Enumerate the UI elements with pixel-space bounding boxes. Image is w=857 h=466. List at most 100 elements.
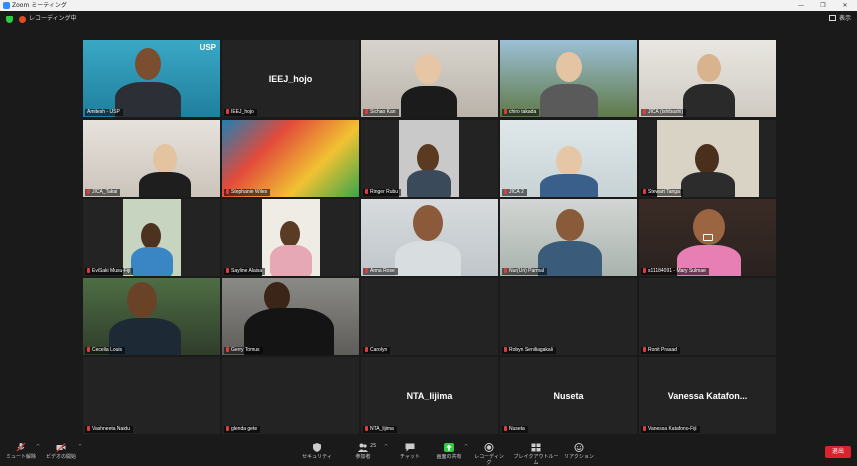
minimize-button[interactable]: — (793, 0, 809, 11)
participant-face (556, 209, 584, 241)
participant-tile[interactable]: EviSaki Musu-Fiji (83, 199, 220, 276)
participant-display-name: NTA_lijima (406, 390, 453, 401)
security-button[interactable]: セキュリティ (302, 443, 332, 460)
participant-name: Anna Rose (363, 268, 398, 275)
participant-tile[interactable]: Vashneeta Naidu (83, 357, 220, 434)
muted-mic-icon (226, 189, 229, 194)
muted-mic-icon (365, 347, 368, 352)
participant-name: EviSaki Musu-Fiji (85, 268, 134, 275)
participant-tile[interactable]: JICA (Ishibashi) (639, 40, 776, 117)
muted-mic-icon (87, 347, 90, 352)
participant-name: Nuseta (502, 426, 528, 433)
video-options-caret-icon[interactable]: ^ (78, 444, 82, 450)
participant-body (270, 245, 312, 276)
participant-tile[interactable]: Stewart Tanga (639, 120, 776, 197)
participant-display-name: Vanessa Katafon... (667, 390, 748, 401)
participant-face (415, 54, 441, 84)
participant-display-name: IEEJ_hojo (268, 73, 313, 84)
window-titlebar: Zoom ミーティング — ❐ ✕ (0, 0, 857, 11)
muted-mic-icon (504, 268, 507, 273)
participant-face (141, 223, 161, 249)
close-window-button[interactable]: ✕ (837, 0, 853, 11)
muted-mic-icon (87, 189, 90, 194)
view-button[interactable]: 表示 (828, 14, 851, 24)
participant-tile[interactable]: Carolyn (361, 278, 498, 355)
participant-name: Carolyn (363, 347, 391, 354)
participant-tile[interactable]: Stephanie Wiles (222, 120, 359, 197)
participant-body (407, 170, 451, 197)
participant-tile[interactable]: Gerry Tomus (222, 278, 359, 355)
participant-tile[interactable]: IEEJ_hojo IEEJ_hojo (222, 40, 359, 117)
participant-display-name: Nuseta (553, 390, 584, 401)
record-button[interactable]: レコーディング (472, 443, 506, 466)
start-video-label: ビデオの開始 (45, 454, 76, 460)
participant-body (540, 174, 598, 197)
unmute-button[interactable]: ミュート解除 (6, 443, 36, 460)
participant-tile[interactable]: Ringer Rubu (361, 120, 498, 197)
participant-tile[interactable]: glenda gete (222, 357, 359, 434)
participant-body (681, 172, 735, 197)
participant-tile[interactable]: Sichao Kan (361, 40, 498, 117)
participant-tile[interactable]: Vanessa Katafon... Vanessa Katafono-Fiji (639, 357, 776, 434)
participant-tile[interactable]: Sayline Alaisa (222, 199, 359, 276)
participant-tile[interactable]: Nuseta Nuseta (500, 357, 637, 434)
muted-mic-icon (226, 109, 229, 114)
participant-tile[interactable]: JICA_Takai (83, 120, 220, 197)
participant-tile[interactable]: Nur(Uri) Parmal (500, 199, 637, 276)
participant-video (639, 40, 776, 117)
participants-options-caret-icon[interactable]: ^ (384, 444, 388, 450)
participant-tile[interactable]: Cecelia Louis (83, 278, 220, 355)
participant-tile[interactable]: JICA 2 (500, 120, 637, 197)
participant-video (361, 40, 498, 117)
participant-body (115, 82, 181, 117)
participants-icon (358, 443, 368, 452)
share-screen-label: 画面の共有 (436, 454, 462, 460)
muted-mic-icon (504, 347, 507, 352)
participant-name: JICA (Ishibashi) (641, 109, 687, 116)
participant-video (83, 120, 220, 197)
muted-mic-icon (643, 268, 646, 273)
participant-video (361, 199, 498, 276)
participant-name: Sichao Kan (363, 109, 399, 116)
participant-video (83, 278, 220, 355)
participant-face (280, 221, 300, 247)
participant-body (401, 86, 457, 117)
view-button-label: 表示 (838, 15, 851, 22)
recording-label: レコーディング中 (29, 15, 77, 22)
leave-meeting-button[interactable]: 退出 (825, 446, 851, 458)
participant-name: Ronit Prasad (641, 347, 680, 354)
participant-tile[interactable]: Robyn Seniliagakali (500, 278, 637, 355)
participant-tile[interactable]: s11184091 - Mary Sulmae (639, 199, 776, 276)
restore-button[interactable]: ❐ (815, 0, 831, 11)
participant-name: Vashneeta Naidu (85, 426, 133, 433)
muted-mic-icon (365, 268, 368, 273)
share-options-caret-icon[interactable]: ^ (464, 444, 468, 450)
audio-options-caret-icon[interactable]: ^ (36, 444, 40, 450)
muted-mic-icon (504, 426, 507, 431)
breakout-rooms-button[interactable]: ブレイクアウトルーム (512, 443, 560, 466)
muted-mic-icon (365, 189, 368, 194)
participant-video (123, 199, 181, 276)
security-shield-icon[interactable] (6, 16, 13, 23)
participant-body (540, 84, 598, 117)
participant-tile[interactable]: USP Amitesh - USP (83, 40, 220, 117)
reactions-button[interactable]: リアクション (564, 443, 594, 460)
chat-label: チャット (400, 454, 420, 460)
participant-tile[interactable]: NTA_lijima NTA_lijima (361, 357, 498, 434)
meeting-toolbar: ミュート解除 ^ ビデオの開始 ^ セキュリティ 参加者 25 ^ チャット 画… (0, 440, 857, 466)
muted-mic-icon (504, 109, 507, 114)
participants-count: 25 (370, 443, 377, 449)
video-camera-off-icon (56, 443, 66, 452)
unmute-label: ミュート解除 (6, 454, 37, 460)
chat-button[interactable]: チャット (398, 443, 422, 460)
usp-logo: USP (199, 43, 216, 52)
participant-tile[interactable]: Ronit Prasad (639, 278, 776, 355)
participant-name: Amitesh - USP (85, 109, 123, 116)
start-video-button[interactable]: ビデオの開始 (44, 443, 78, 460)
participant-tile[interactable]: chiro takada (500, 40, 637, 117)
participant-name: Gerry Tomus (224, 347, 263, 354)
participant-face (417, 144, 439, 172)
participant-face (695, 144, 719, 174)
share-screen-button[interactable]: 画面の共有 (434, 443, 464, 460)
participant-tile[interactable]: Anna Rose (361, 199, 498, 276)
